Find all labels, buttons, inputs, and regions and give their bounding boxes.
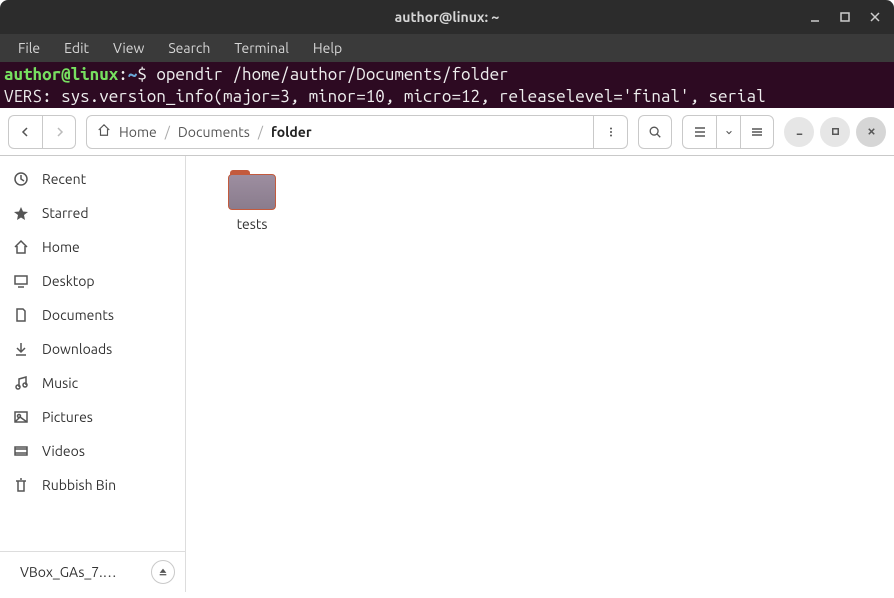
sidebar-item-starred[interactable]: Starred [0, 196, 185, 230]
sidebar-item-label: Pictures [42, 409, 93, 425]
sidebar-item-label: Starred [42, 205, 89, 221]
home-icon [12, 238, 30, 256]
files-headerbar: Home / Documents / folder [0, 108, 894, 156]
sidebar-item-documents[interactable]: Documents [0, 298, 185, 332]
sidebar-item-home[interactable]: Home [0, 230, 185, 264]
videos-icon [12, 442, 30, 460]
sidebar-item-desktop[interactable]: Desktop [0, 264, 185, 298]
star-icon [12, 204, 30, 222]
folder-item[interactable]: tests [204, 170, 300, 232]
sidebar-item-label: Downloads [42, 341, 112, 357]
sidebar-item-downloads[interactable]: Downloads [0, 332, 185, 366]
sidebar-item-music[interactable]: Music [0, 366, 185, 400]
menu-terminal[interactable]: Terminal [224, 38, 299, 58]
path-actions-button[interactable] [594, 115, 628, 149]
sidebar-item-label: Recent [42, 171, 86, 187]
view-list-button[interactable] [682, 115, 716, 149]
sidebar-item-label: Home [42, 239, 80, 255]
files-window: Home / Documents / folder Recent [0, 108, 894, 592]
menu-search[interactable]: Search [158, 38, 220, 58]
breadcrumb-sep: / [258, 124, 263, 140]
sidebar-item-label: Music [42, 375, 78, 391]
music-icon [12, 374, 30, 392]
files-sidebar: Recent Starred Home Desktop Documents Do… [0, 156, 186, 592]
terminal-output-line: VERS: sys.version_info(major=3, minor=10… [4, 87, 766, 106]
menu-help[interactable]: Help [303, 38, 352, 58]
terminal-maximize-button[interactable] [832, 4, 858, 30]
menu-view[interactable]: View [103, 38, 154, 58]
home-icon [97, 123, 111, 140]
menu-file[interactable]: File [8, 38, 50, 58]
terminal-minimize-button[interactable] [802, 4, 828, 30]
breadcrumb-documents[interactable]: Documents [178, 124, 250, 140]
sidebar-item-recent[interactable]: Recent [0, 162, 185, 196]
documents-icon [12, 306, 30, 324]
downloads-icon [12, 340, 30, 358]
trash-icon [12, 476, 30, 494]
sidebar-item-pictures[interactable]: Pictures [0, 400, 185, 434]
clock-icon [12, 170, 30, 188]
pictures-icon [12, 408, 30, 426]
sidebar-item-label: Documents [42, 307, 114, 323]
nav-back-button[interactable] [8, 115, 42, 149]
search-button[interactable] [638, 115, 672, 149]
files-minimize-button[interactable] [784, 117, 814, 147]
terminal-command: opendir /home/author/Documents/folder [156, 65, 508, 84]
sidebar-item-label: VBox_GAs_7.… [20, 564, 117, 580]
prompt-path: ~ [128, 65, 138, 84]
files-maximize-button[interactable] [820, 117, 850, 147]
sidebar-item-label: Rubbish Bin [42, 477, 116, 493]
files-close-button[interactable] [856, 117, 886, 147]
breadcrumb-sep: / [165, 124, 170, 140]
breadcrumb-folder[interactable]: folder [271, 124, 312, 140]
folder-icon [228, 170, 276, 210]
prompt-dollar: $ [137, 65, 147, 84]
eject-button[interactable] [151, 560, 175, 584]
sidebar-item-label: Videos [42, 443, 85, 459]
terminal-close-button[interactable] [862, 4, 888, 30]
sidebar-item-label: Desktop [42, 273, 95, 289]
file-item-label: tests [237, 216, 268, 232]
files-area[interactable]: tests [186, 156, 894, 592]
view-list-dropdown[interactable] [716, 115, 740, 149]
breadcrumb[interactable]: Home / Documents / folder [86, 115, 594, 149]
sidebar-item-trash[interactable]: Rubbish Bin [0, 468, 185, 502]
sidebar-item-mount[interactable]: VBox_GAs_7.… [0, 552, 185, 592]
desktop-icon [12, 272, 30, 290]
menu-edit[interactable]: Edit [54, 38, 99, 58]
terminal-body[interactable]: author@linux:~$ opendir /home/author/Doc… [0, 62, 894, 108]
nav-forward-button[interactable] [42, 115, 76, 149]
prompt-sep: : [118, 65, 128, 84]
terminal-titlebar: author@linux: ~ [0, 0, 894, 34]
breadcrumb-home[interactable]: Home [119, 124, 157, 140]
hamburger-menu-button[interactable] [740, 115, 774, 149]
sidebar-item-videos[interactable]: Videos [0, 434, 185, 468]
prompt-userhost: author@linux [4, 65, 118, 84]
terminal-title: author@linux: ~ [0, 9, 894, 25]
terminal-menubar: File Edit View Search Terminal Help [0, 34, 894, 62]
